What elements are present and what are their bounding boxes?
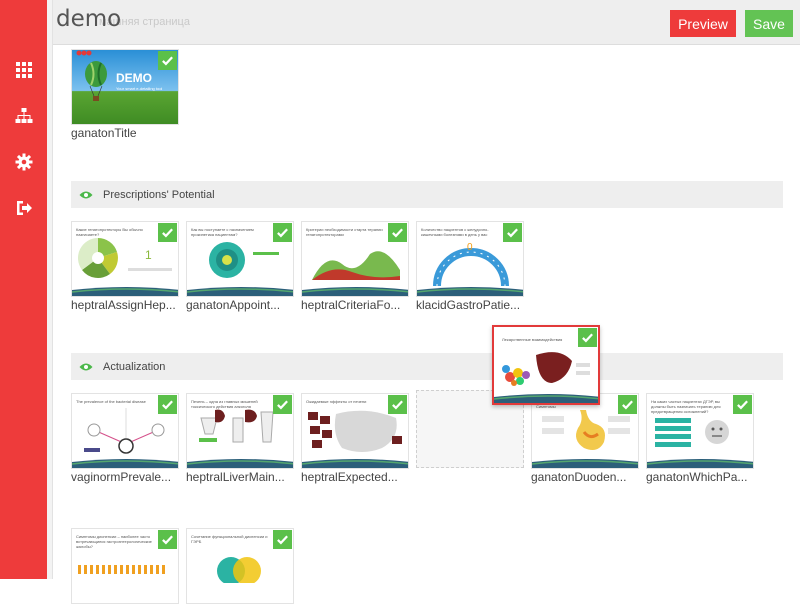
slide-card[interactable]: Какие гепатопротекторы Вы обычно назнача… — [71, 221, 179, 312]
section-header[interactable]: Prescriptions' Potential — [71, 181, 783, 208]
slide-caption: heptralExpected... — [301, 470, 398, 484]
slide-thumbnail[interactable]: Печень – одна из главных мишеней токсиче… — [186, 393, 294, 469]
slide-card[interactable]: Количество пациентов с желудочно-кишечны… — [416, 221, 524, 312]
save-button[interactable]: Save — [745, 10, 793, 37]
slide-card[interactable]: Сочетание функциональной диспепсии и ГЭР… — [186, 528, 294, 604]
eye-icon[interactable] — [79, 190, 93, 200]
stomach-graphic — [542, 410, 630, 450]
slide-thumbnail[interactable]: Количество пациентов с желудочно-кишечны… — [416, 221, 524, 297]
people-graphic — [78, 565, 165, 574]
thumb-title: Как вы поступаете с назначением прокинет… — [191, 227, 254, 237]
gear-icon[interactable] — [15, 153, 33, 171]
grid-icon[interactable] — [15, 61, 33, 79]
balloon-icon — [85, 61, 107, 101]
pills-liver-graphic — [502, 352, 590, 386]
check-icon[interactable] — [158, 51, 177, 70]
slide-thumbnail[interactable]: Какие гепатопротекторы Вы обычно назнача… — [71, 221, 179, 297]
slide-thumbnail[interactable]: Ожидаемые эффекты от печени — [301, 393, 409, 469]
slide-caption: vaginormPrevale... — [71, 470, 172, 484]
thumb-subheading: Your smart e-detailing tool — [116, 86, 163, 91]
slide-thumbnail[interactable]: Симптомы диспепсии – наиболее часто встр… — [71, 528, 179, 604]
slide-card[interactable]: Ожидаемые эффекты от печени heptralExpec… — [301, 393, 409, 484]
thumb-title: The prevalence of the bacterial disease — [76, 399, 146, 404]
pie-graphic — [78, 238, 118, 278]
slide-caption: heptralAssignHep... — [71, 298, 176, 312]
slide-card[interactable]: Симптомы диспепсии – наиболее часто встр… — [71, 528, 179, 604]
slide-caption: ganatonDuoden... — [531, 470, 627, 484]
slide-card[interactable]: Печень – одна из главных мишеней токсиче… — [186, 393, 294, 484]
slide-thumbnail[interactable]: The prevalence of the bacterial disease — [71, 393, 179, 469]
slide-thumbnail[interactable]: Критерии необходимости старта терапии ге… — [301, 221, 409, 297]
eye-icon[interactable] — [79, 362, 93, 372]
slide-thumbnail[interactable]: Сочетание функциональной диспепсии и ГЭР… — [186, 528, 294, 604]
check-icon[interactable] — [578, 328, 597, 347]
slide-card[interactable]: DEMO Your smart e-detailing tool ganaton… — [71, 49, 179, 140]
slide-structure: DEMO Your smart e-detailing tool ganaton… — [53, 46, 800, 604]
thumb-title: Критерии необходимости старта терапии ге… — [306, 227, 383, 237]
slide-card[interactable]: Дуоденогастральный рефлюкс. Симптомы gan… — [531, 393, 639, 484]
slide-card[interactable]: На каких частых пациентах ДГЭР, вы должн… — [646, 393, 754, 484]
slide-caption: ganatonWhichPa... — [646, 470, 748, 484]
thumb-title: Количество пациентов с желудочно-кишечны… — [421, 227, 489, 237]
section-label: Actualization — [103, 360, 166, 373]
sidebar — [0, 0, 47, 579]
area-graphic — [312, 251, 400, 280]
slide-thumbnail[interactable]: На каких частых пациентах ДГЭР, вы должн… — [646, 393, 754, 469]
check-icon[interactable] — [388, 223, 407, 242]
check-icon[interactable] — [503, 223, 522, 242]
check-icon[interactable] — [158, 395, 177, 414]
check-icon[interactable] — [158, 530, 177, 549]
slide-caption: ganatonAppoint... — [186, 298, 281, 312]
slide-thumbnail[interactable]: Как вы поступаете с назначением прокинет… — [186, 221, 294, 297]
slide-caption: heptralCriteriaFo... — [301, 298, 401, 312]
sitemap-icon[interactable] — [15, 107, 33, 125]
thumb-title: Ожидаемые эффекты от печени — [306, 399, 367, 404]
options-graphic — [655, 418, 729, 447]
slide-caption: heptralLiverMain... — [186, 470, 285, 484]
section-label: Prescriptions' Potential — [103, 188, 215, 201]
logo-icon — [76, 50, 92, 56]
slide-caption: klacidGastroPatie... — [416, 298, 521, 312]
dragging-slide[interactable]: Лекарственные взаимодействия — [492, 325, 600, 405]
preview-button[interactable]: Preview — [670, 10, 736, 37]
check-icon[interactable] — [733, 395, 752, 414]
slide-caption: ganatonTitle — [71, 126, 137, 140]
slide-card[interactable]: Критерии необходимости старта терапии ге… — [301, 221, 409, 312]
thumb-title: Лекарственные взаимодействия — [502, 337, 563, 342]
check-icon[interactable] — [388, 395, 407, 414]
thumb-heading: DEMO — [116, 71, 152, 85]
check-icon[interactable] — [273, 395, 292, 414]
thumb-number: 1 — [145, 248, 152, 262]
sign-out-icon[interactable] — [15, 199, 33, 217]
target-graphic — [209, 242, 245, 278]
page-title: demo — [56, 6, 122, 32]
thumb-title: Симптомы диспепсии – наиболее часто встр… — [76, 534, 152, 549]
slide-card[interactable]: The prevalence of the bacterial disease … — [71, 393, 179, 484]
thumb-title: Сочетание функциональной диспепсии и ГЭР… — [191, 534, 268, 544]
slide-card[interactable]: Как вы поступаете с назначением прокинет… — [186, 221, 294, 312]
thumb-title: На каких частых пациентах ДГЭР, вы должн… — [651, 399, 721, 414]
header-bar: машняя страница demo Preview Save — [53, 0, 800, 45]
check-icon[interactable] — [273, 223, 292, 242]
check-icon[interactable] — [158, 223, 177, 242]
thumb-number: 0 — [467, 242, 473, 253]
slide-thumbnail[interactable]: DEMO Your smart e-detailing tool — [71, 49, 179, 125]
check-icon[interactable] — [618, 395, 637, 414]
section-header[interactable]: Actualization — [71, 353, 783, 380]
check-icon[interactable] — [273, 530, 292, 549]
glasses-graphic — [199, 409, 274, 443]
diagram-graphic — [84, 408, 165, 454]
